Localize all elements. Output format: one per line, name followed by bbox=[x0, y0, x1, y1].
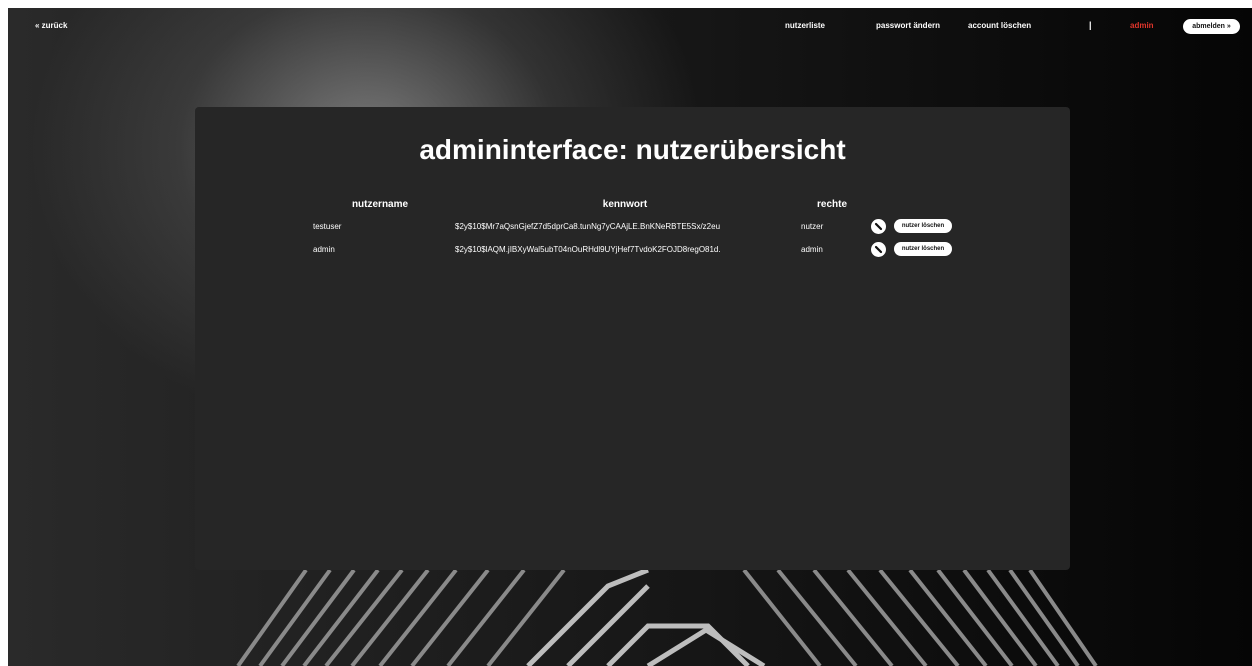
logout-button[interactable]: abmelden » bbox=[1183, 19, 1240, 34]
username-cell: testuser bbox=[313, 222, 342, 231]
nav-delete-account-link[interactable]: account löschen bbox=[968, 21, 1031, 30]
delete-user-button[interactable]: nutzer löschen bbox=[894, 242, 952, 256]
background-viewport: « zurück nutzerliste passwort ändern acc… bbox=[8, 8, 1252, 666]
username-cell: admin bbox=[313, 245, 335, 254]
edit-user-button[interactable] bbox=[871, 242, 886, 257]
password-hash-cell: $2y$10$lAQM.jIBXyWal5ubT04nOuRHdl9UYjHef… bbox=[455, 245, 721, 254]
delete-user-button[interactable]: nutzer löschen bbox=[894, 219, 952, 233]
rights-cell: admin bbox=[801, 245, 823, 254]
edit-user-button[interactable] bbox=[871, 219, 886, 234]
nav-current-user-link[interactable]: admin bbox=[1130, 21, 1154, 30]
column-header-rights: rechte bbox=[816, 199, 848, 210]
nav-separator: | bbox=[1089, 20, 1092, 30]
column-header-username: nutzername bbox=[351, 199, 409, 210]
password-hash-cell: $2y$10$Mr7aQsnGjefZ7d5dprCa8.tunNg7yCAAj… bbox=[455, 222, 721, 231]
nav-change-password-link[interactable]: passwort ändern bbox=[876, 21, 940, 30]
column-header-password: kennwort bbox=[602, 199, 648, 210]
pencil-icon bbox=[874, 222, 883, 231]
pencil-icon bbox=[874, 245, 883, 254]
back-link[interactable]: « zurück bbox=[35, 21, 67, 30]
admin-panel: admininterface: nutzerübersicht nutzerna… bbox=[195, 107, 1070, 570]
page-title: admininterface: nutzerübersicht bbox=[419, 134, 846, 165]
rights-cell: nutzer bbox=[801, 222, 824, 231]
nav-userlist-link[interactable]: nutzerliste bbox=[785, 21, 825, 30]
